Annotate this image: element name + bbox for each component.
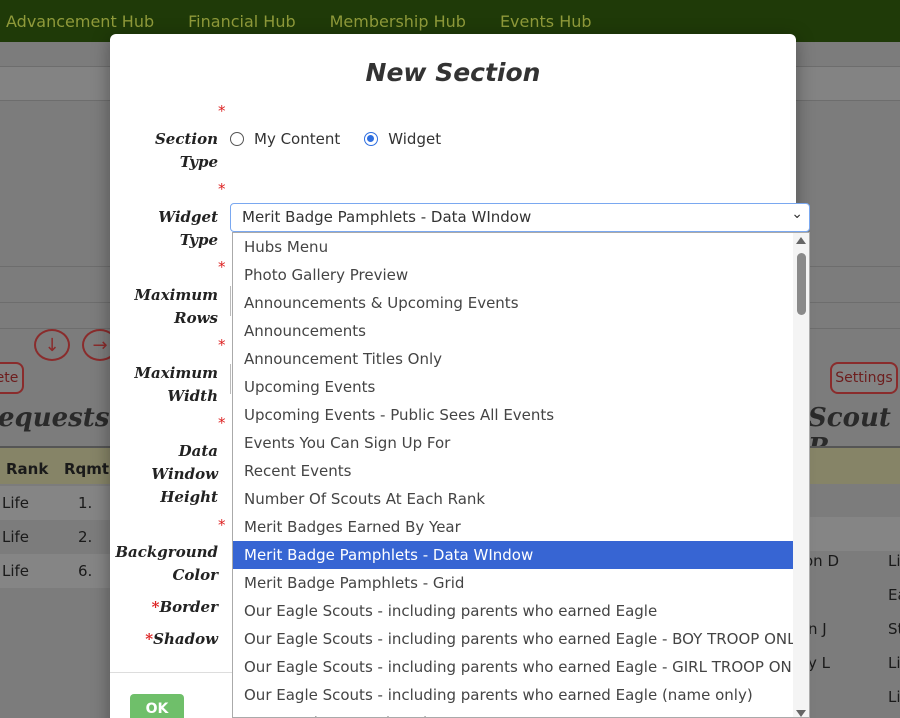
dropdown-option[interactable]: Scouts Who Earned Eagle Here [233, 709, 795, 717]
scroll-down-arrow-icon[interactable] [796, 710, 806, 717]
bg-col-rqmt: Rqmt [64, 460, 110, 478]
required-marker: * [145, 630, 154, 648]
dropdown-option[interactable]: Photo Gallery Preview [233, 261, 795, 289]
chevron-down-icon: ⌄ [791, 206, 803, 222]
dropdown-option[interactable]: Our Eagle Scouts - including parents who… [233, 681, 795, 709]
dropdown-option[interactable]: Our Eagle Scouts - including parents who… [233, 597, 795, 625]
required-marker: * [218, 258, 226, 276]
dropdown-options: Hubs Menu Photo Gallery Preview Announceme… [233, 233, 809, 717]
bg-section-heading-left: equests [0, 403, 110, 433]
dropdown-option[interactable]: Hubs Menu [233, 233, 795, 261]
widget-radio[interactable] [364, 132, 379, 146]
label-line: Window [151, 465, 218, 483]
delete-button-label: ete [0, 370, 19, 386]
section-type-label: Section Type [155, 128, 218, 174]
delete-button[interactable]: ete [0, 362, 24, 394]
move-down-button[interactable]: ↓ [34, 329, 70, 361]
dropdown-option[interactable]: Our Eagle Scouts - including parents who… [233, 653, 807, 681]
dropdown-option[interactable]: Announcement Titles Only [233, 345, 795, 373]
bg-right-cell: n J [808, 620, 827, 638]
my-content-radio-label[interactable]: My Content [254, 130, 340, 148]
required-marker: * [218, 516, 226, 534]
bg-right-cell: y L [808, 654, 831, 672]
bg-right-cell: Li [888, 688, 900, 706]
label-line: Border [159, 598, 218, 616]
bg-right-band [796, 517, 900, 551]
background-color-label: Background Color [115, 541, 218, 587]
maximum-width-label: Maximum Width [134, 362, 218, 408]
dropdown-option[interactable]: Merit Badge Pamphlets - Grid [233, 569, 795, 597]
section-type-radio-group: My Content Widget [230, 130, 465, 148]
required-marker: * [218, 102, 226, 120]
label-line: Widget [158, 208, 218, 226]
dropdown-scrollbar[interactable] [793, 233, 809, 717]
border-label: *Border [152, 596, 218, 619]
label-line: Type [179, 153, 218, 171]
down-arrow-icon: ↓ [44, 334, 60, 356]
dialog-title: New Section [365, 58, 541, 87]
dropdown-option[interactable]: Merit Badges Earned By Year [233, 513, 795, 541]
bg-right-cell: Li [888, 654, 900, 672]
bg-cell-rank: Life [2, 528, 30, 546]
widget-type-label: Widget Type [158, 206, 218, 252]
widget-radio-label[interactable]: Widget [388, 130, 441, 148]
bg-cell-rank: Life [2, 562, 30, 580]
label-line: Type [179, 231, 218, 249]
scroll-up-arrow-icon[interactable] [796, 237, 806, 244]
shadow-label: *Shadow [145, 628, 218, 651]
dropdown-option[interactable]: Announcements & Upcoming Events [233, 289, 795, 317]
dropdown-option[interactable]: Number Of Scouts At Each Rank [233, 485, 795, 513]
nav-events-hub[interactable]: Events Hub [483, 12, 609, 31]
label-line: Rows [174, 309, 218, 327]
dropdown-option[interactable]: Our Eagle Scouts - including parents who… [233, 625, 803, 653]
required-marker: * [218, 414, 226, 432]
bg-cell-rqmt: 2. [78, 528, 93, 546]
widget-type-select[interactable]: Merit Badge Pamphlets - Data WIndow ⌄ [230, 203, 810, 232]
label-line: Color [172, 566, 218, 584]
dropdown-option[interactable]: Recent Events [233, 457, 795, 485]
bg-col-rank: Rank [6, 460, 49, 478]
label-line: Maximum [134, 286, 218, 304]
widget-type-select-value: Merit Badge Pamphlets - Data WIndow [242, 208, 532, 226]
my-content-radio[interactable] [230, 132, 244, 146]
dropdown-option[interactable]: Merit Badge Pamphlets - Data WIndow [233, 541, 795, 569]
scroll-thumb[interactable] [797, 253, 806, 315]
bg-right-cell: Li [888, 552, 900, 570]
required-marker: * [218, 336, 226, 354]
bg-cell-rqmt: 6. [78, 562, 93, 580]
nav-advancement-hub[interactable]: Advancement Hub [0, 12, 171, 31]
bg-right-cell: Ea [888, 586, 900, 604]
label-line: Data [178, 442, 218, 460]
settings-button-label: Settings [835, 370, 893, 386]
bg-cell-rqmt: 1. [78, 494, 93, 512]
label-line: Maximum [134, 364, 218, 382]
maximum-rows-label: Maximum Rows [134, 284, 218, 330]
label-line: Width [167, 387, 218, 405]
ok-button[interactable]: OK [130, 694, 184, 718]
bg-cell-rank: Life [2, 494, 30, 512]
label-line: Shadow [153, 630, 218, 648]
label-line: Height [160, 488, 218, 506]
dropdown-option[interactable]: Upcoming Events [233, 373, 795, 401]
right-arrow-icon: → [92, 334, 108, 356]
nav-membership-hub[interactable]: Membership Hub [313, 12, 483, 31]
widget-type-dropdown-list[interactable]: Hubs Menu Photo Gallery Preview Announceme… [232, 232, 810, 718]
bg-right-cell: St [888, 620, 900, 638]
data-window-height-label: Data Window Height [151, 440, 218, 509]
nav-financial-hub[interactable]: Financial Hub [171, 12, 312, 31]
required-marker: * [218, 180, 226, 198]
label-line: Background [115, 543, 218, 561]
dropdown-option[interactable]: Events You Can Sign Up For [233, 429, 795, 457]
settings-button[interactable]: Settings [830, 362, 898, 394]
dropdown-option[interactable]: Upcoming Events - Public Sees All Events [233, 401, 795, 429]
dropdown-option[interactable]: Announcements [233, 317, 795, 345]
label-line: Section [154, 130, 218, 148]
